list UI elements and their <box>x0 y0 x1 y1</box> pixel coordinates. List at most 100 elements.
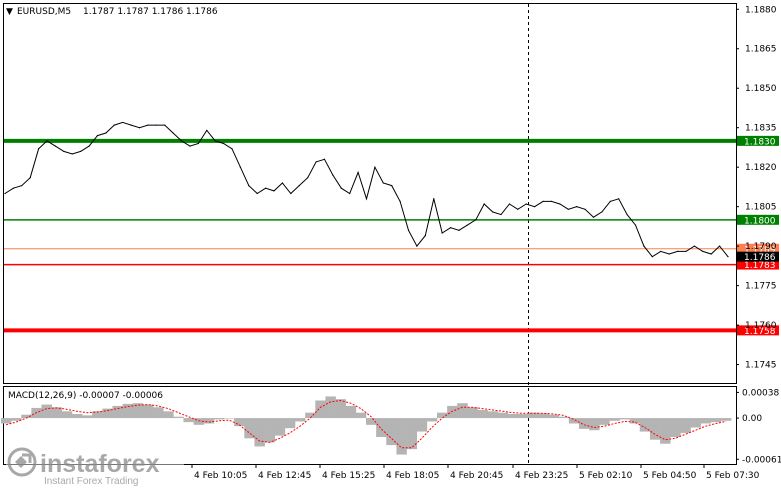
price-point <box>727 256 729 258</box>
price-point <box>315 161 317 163</box>
macd-axis: 0.00038 0.00 -0.00061 <box>736 388 781 465</box>
price-axis-label: 1.1760 <box>745 321 777 331</box>
price-point <box>38 148 40 150</box>
macd-header-label: MACD(12,26,9) -0.00007 -0.00006 <box>8 391 163 401</box>
price-point <box>54 145 57 147</box>
price-point <box>567 208 569 210</box>
price-point <box>332 174 334 176</box>
macd-histogram-bar <box>203 418 215 424</box>
price-point <box>374 166 376 168</box>
price-point <box>483 203 485 205</box>
time-axis-label: 4 Feb 23:25 <box>515 471 568 481</box>
price-point <box>693 245 695 247</box>
price-point <box>206 129 208 131</box>
macd-histogram-bar <box>457 403 468 419</box>
price-point <box>517 208 519 210</box>
macd-histogram-bar <box>447 405 458 419</box>
price-point <box>651 256 653 258</box>
macd-histogram-bar <box>720 418 732 421</box>
macd-histogram-bar <box>660 418 671 444</box>
price-point <box>21 185 23 187</box>
time-axis-label: 5 Feb 07:30 <box>706 471 760 481</box>
price-point <box>197 142 199 145</box>
price-point <box>307 177 309 179</box>
macd-histogram-bar <box>274 418 286 436</box>
price-axis-label: 1.1775 <box>745 282 777 292</box>
price-point <box>281 182 284 184</box>
price-point <box>239 166 241 168</box>
macd-histogram-bar <box>142 404 154 419</box>
price-point <box>399 200 401 202</box>
macd-histogram-bar <box>254 418 265 447</box>
macd-histogram-bar <box>0 418 12 424</box>
price-point <box>29 177 31 179</box>
price-axis-label: 1.1745 <box>745 361 777 371</box>
price-point <box>685 250 687 253</box>
price-point <box>433 198 435 200</box>
chart-canvas: 1.18301.18001.17891.17831.17581.1786 1.1… <box>0 3 781 487</box>
macd-histogram-bar <box>284 418 296 429</box>
price-point <box>105 132 107 134</box>
price-point <box>702 250 704 253</box>
macd-histogram-bar <box>487 411 499 419</box>
price-point <box>349 192 351 195</box>
price-point <box>382 182 384 184</box>
price-point <box>668 253 670 255</box>
macd-histogram-bar <box>528 412 539 419</box>
price-point <box>441 232 443 234</box>
macd-histogram-bar <box>71 414 83 419</box>
level-price-label: 1.1800 <box>744 216 776 226</box>
symbol-dropdown-icon[interactable]: ▼ <box>6 7 13 17</box>
macd-histogram-bar <box>345 405 357 419</box>
price-axis-label: 1.1820 <box>745 163 777 173</box>
price-axis-label: 1.1790 <box>745 242 777 252</box>
price-point <box>559 203 561 205</box>
price-point <box>626 213 628 216</box>
macd-histogram-bar <box>213 418 225 420</box>
macd-histogram-bar <box>518 414 529 419</box>
price-axis: 1.1880 1.1865 1.1850 1.1835 1.1820 1.1805 1.17… <box>736 5 777 371</box>
current-price-label: 1.1786 <box>744 253 776 263</box>
price-point <box>147 124 149 126</box>
price-point <box>122 121 124 124</box>
price-point <box>189 145 191 147</box>
macd-histogram-bar <box>224 418 235 419</box>
time-axis-label: 4 Feb 10:05 <box>194 471 247 481</box>
macd-histogram-bar <box>538 413 549 419</box>
macd-histogram-bar <box>497 412 509 419</box>
macd-histogram-bar <box>132 403 144 419</box>
price-point <box>130 124 132 126</box>
macd-histogram-bar <box>619 418 630 420</box>
macd-histogram-bar <box>244 418 255 439</box>
macd-histogram-bar <box>376 418 387 437</box>
price-point <box>466 224 468 226</box>
price-point <box>424 235 426 237</box>
price-point <box>676 250 679 253</box>
macd-histogram-bar <box>578 418 590 429</box>
price-point <box>71 153 73 155</box>
macd-axis-label: -0.00061 <box>742 455 781 465</box>
price-point <box>576 206 578 208</box>
price-point <box>592 216 595 218</box>
macd-histogram-bar <box>649 418 661 440</box>
price-point <box>180 140 183 142</box>
macd-histogram-bar <box>173 416 184 419</box>
price-point <box>256 192 258 195</box>
macd-histogram-bar <box>507 414 519 419</box>
price-point <box>542 200 544 202</box>
price-point <box>601 211 603 213</box>
macd-histogram-bar <box>416 418 428 432</box>
macd-histogram-bar <box>700 418 712 424</box>
macd-histogram-bar <box>548 414 559 419</box>
price-point <box>718 245 721 247</box>
macd-histogram-bar <box>558 416 570 419</box>
symbol-label: EURUSD,M5 <box>17 7 71 17</box>
price-axis-label: 1.1805 <box>745 203 777 213</box>
time-axis-label: 5 Feb 04:50 <box>643 471 697 481</box>
price-point <box>458 229 460 231</box>
price-point <box>634 224 637 226</box>
price-point <box>492 211 494 213</box>
price-point <box>449 227 452 229</box>
macd-histogram-bar <box>153 407 164 419</box>
price-point <box>290 192 292 195</box>
